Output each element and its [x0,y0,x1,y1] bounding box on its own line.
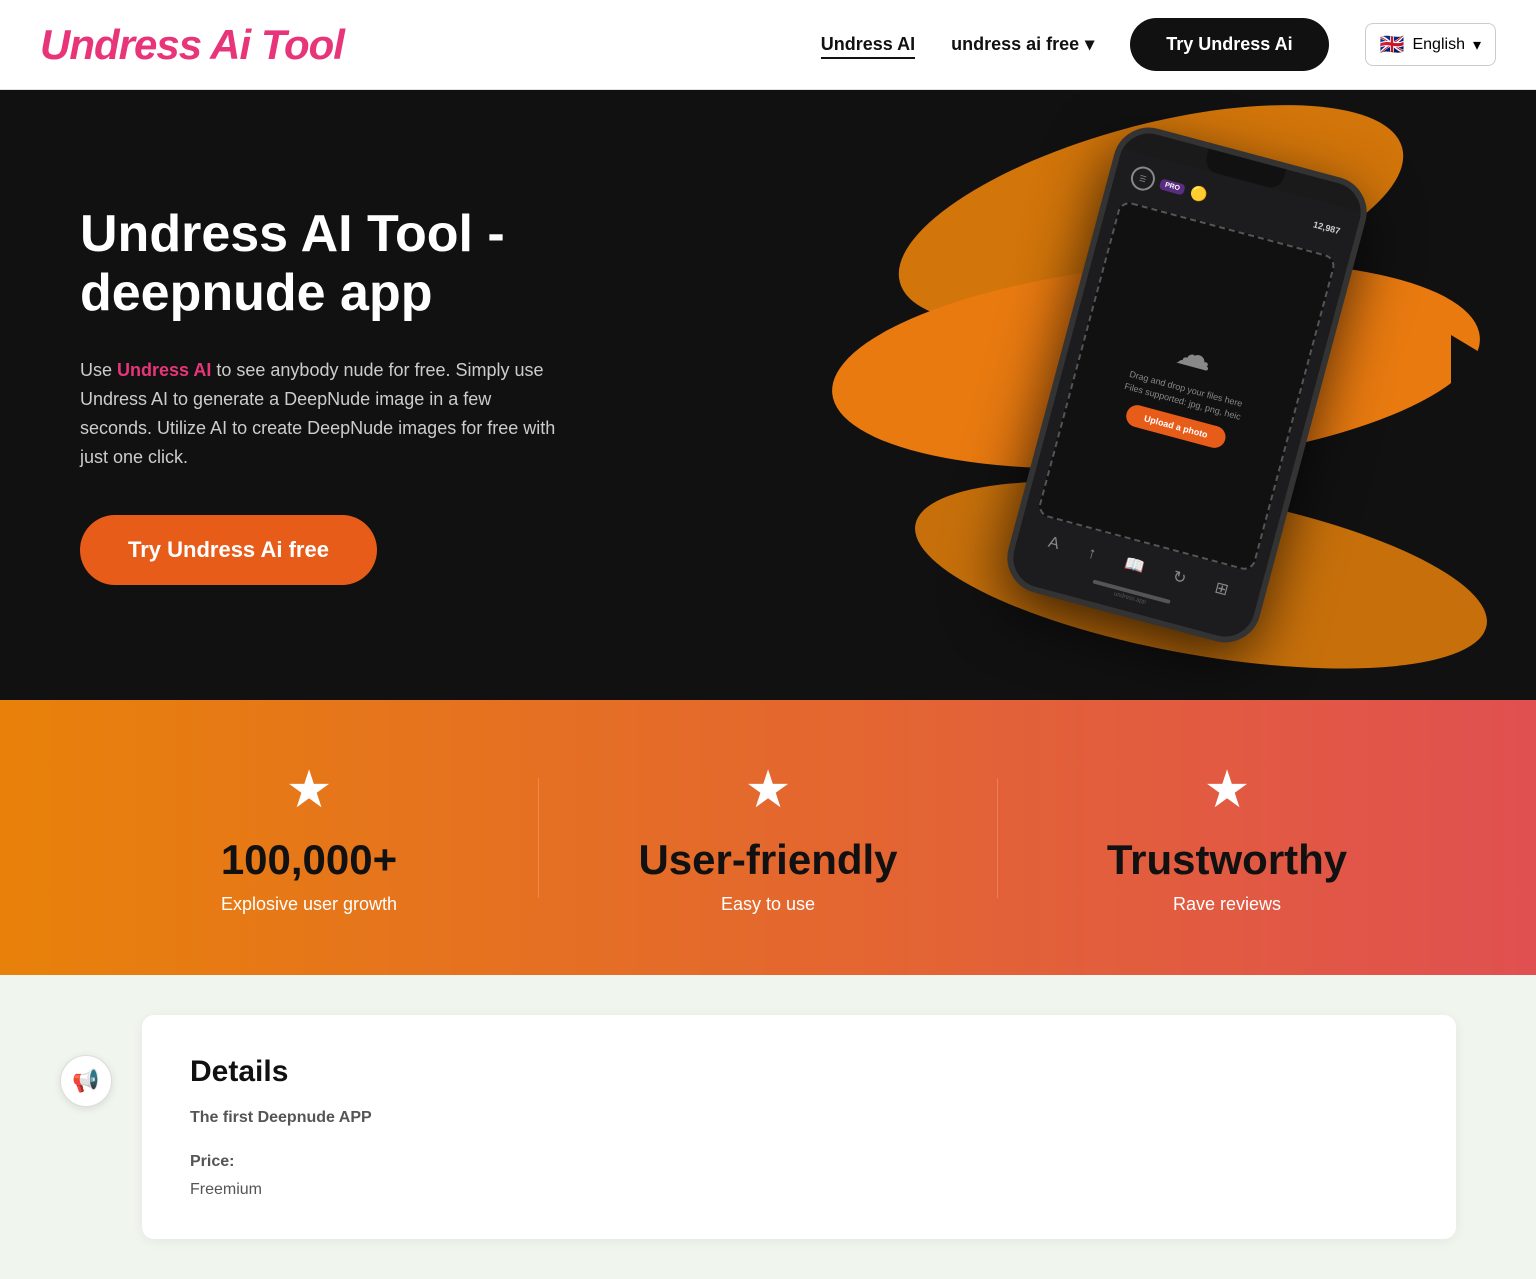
chevron-down-icon: ▾ [1473,35,1481,55]
details-price-label: Price: [190,1153,1408,1171]
stat-label-3: Rave reviews [998,894,1456,915]
star-icon-3: ★ [998,760,1456,820]
hero-title: Undress AI Tool - deepnude app [80,205,600,325]
details-section: 📢 Details The first Deepnude APP Price: … [0,975,1536,1279]
phone-grid-icon: ⊞ [1213,578,1231,601]
arrow-left-icon [861,465,901,515]
flag-icon: 🇬🇧 [1380,32,1405,57]
main-nav: Undress AI undress ai free ▾ Try Undress… [821,18,1496,71]
stat-friendly: ★ User-friendly Easy to use [539,760,997,915]
details-subtitle: The first Deepnude APP [190,1109,1408,1127]
phone-menu-icon: ☰ [1128,164,1157,193]
phone-share-icon: ↑ [1086,544,1098,563]
blob-container: ☰ PRO 🟡 12,987 ☁ Drag and drop your file… [811,115,1511,675]
details-price-value: Freemium [190,1181,1408,1199]
cloud-upload-icon: ☁ [1172,331,1218,381]
phone-text-icon: A [1046,534,1061,554]
phone-refresh-icon: ↻ [1170,566,1188,589]
hero-description: Use Undress AI to see anybody nude for f… [80,356,560,471]
stat-label-2: Easy to use [539,894,997,915]
stat-trustworthy: ★ Trustworthy Rave reviews [998,760,1456,915]
site-logo: Undress Ai Tool [40,21,344,69]
language-selector[interactable]: 🇬🇧 English ▾ [1365,23,1496,66]
hero-visual: ☰ PRO 🟡 12,987 ☁ Drag and drop your file… [786,90,1536,700]
phone-coin-icon: 🟡 [1188,183,1209,204]
phone-status-number: 12,987 [1312,219,1341,236]
phone-book-icon: 📖 [1122,553,1146,577]
phone-status-left: ☰ PRO 🟡 [1128,164,1210,208]
star-icon-2: ★ [539,760,997,820]
nav-undress-ai-free[interactable]: undress ai free ▾ [951,34,1094,55]
hero-cta-button[interactable]: Try Undress Ai free [80,515,377,585]
stat-value-1: 100,000+ [80,836,538,884]
stat-users: ★ 100,000+ Explosive user growth [80,760,538,915]
megaphone-button[interactable]: 📢 [60,1055,112,1107]
details-card: Details The first Deepnude APP Price: Fr… [142,1015,1456,1239]
nav-undress-ai[interactable]: Undress AI [821,34,915,55]
stat-value-2: User-friendly [539,836,997,884]
hero-section: Undress AI Tool - deepnude app Use Undre… [0,90,1536,700]
phone-pro-badge: PRO [1159,178,1186,195]
header: Undress Ai Tool Undress AI undress ai fr… [0,0,1536,90]
header-cta-button[interactable]: Try Undress Ai [1130,18,1328,71]
details-title: Details [190,1055,1408,1089]
stat-value-3: Trustworthy [998,836,1456,884]
stats-section: ★ 100,000+ Explosive user growth ★ User-… [0,700,1536,975]
star-icon-1: ★ [80,760,538,820]
stat-label-1: Explosive user growth [80,894,538,915]
chevron-down-icon: ▾ [1085,34,1094,55]
arrow-right-icon [1451,335,1501,395]
hero-content: Undress AI Tool - deepnude app Use Undre… [80,205,600,586]
